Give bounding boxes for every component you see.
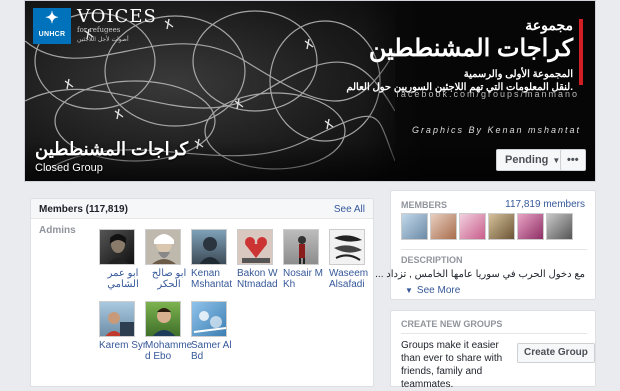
- member-thumbnail[interactable]: [401, 213, 428, 240]
- portrait-icon: [193, 311, 226, 333]
- admin-member[interactable]: Kenan Mshantat: [191, 229, 239, 290]
- members-panel: Members (117,819) See All Admins ابو عمر…: [30, 198, 374, 387]
- group-title[interactable]: كراجات المشنططين: [35, 139, 188, 160]
- avatar[interactable]: [99, 229, 135, 265]
- portrait-icon: [107, 234, 129, 264]
- member-name[interactable]: ابو عمر الشامي: [99, 268, 147, 290]
- admin-member[interactable]: Bakon W Ntmadad: [237, 229, 285, 290]
- see-more-link[interactable]: ▼ See More: [405, 285, 460, 296]
- portrait-icon: [152, 308, 176, 336]
- admin-member[interactable]: Waseem Alsafadi: [329, 229, 377, 290]
- portrait-icon: [199, 237, 221, 264]
- admins-label: Admins: [39, 225, 76, 236]
- avatar[interactable]: [145, 301, 181, 337]
- member-thumbnail[interactable]: [488, 213, 515, 240]
- members-count-link[interactable]: 117,819 members: [505, 199, 585, 210]
- member-name[interactable]: Mohamme d Ebo: [145, 340, 193, 362]
- member-name[interactable]: Bakon W Ntmadad: [237, 268, 285, 290]
- member-thumbnail[interactable]: [517, 213, 544, 240]
- unhcr-logo: ✦ UNHCR: [33, 8, 71, 44]
- cover-brand-text: مجموعة كراجات المشنططين المجموعة الأولى …: [346, 17, 583, 94]
- avatar[interactable]: [99, 301, 135, 337]
- members-sidebar-panel: MEMBERS 117,819 members DESCRIPTION مع د…: [375, 190, 596, 300]
- member-name[interactable]: Waseem Alsafadi: [329, 268, 377, 290]
- members-section-label: MEMBERS: [401, 200, 448, 210]
- accent-bar: [579, 19, 583, 85]
- admin-member[interactable]: ابو عمر الشامي: [99, 229, 147, 290]
- create-group-button[interactable]: Create Group: [517, 343, 595, 363]
- avatar[interactable]: [145, 229, 181, 265]
- member-thumbnail[interactable]: [546, 213, 573, 240]
- create-groups-text: Groups make it easier than ever to share…: [401, 340, 503, 390]
- admin-member[interactable]: Karem Syr: [99, 301, 147, 351]
- description-label: DESCRIPTION: [401, 255, 463, 265]
- member-name[interactable]: Samer Al Bd: [191, 340, 239, 362]
- members-panel-header: Members (117,819) See All: [31, 199, 373, 219]
- avatar[interactable]: [283, 229, 319, 265]
- member-name[interactable]: Kenan Mshantat: [191, 268, 239, 290]
- portrait-icon: [242, 237, 270, 263]
- group-description: مع دخول الحرب في سوريا عامها الخامس , تز…: [375, 269, 585, 280]
- portrait-icon: [152, 234, 176, 264]
- avatar[interactable]: [191, 301, 227, 337]
- voices-logo: VOICES for refugees أصوات لأجل اللاجئين: [77, 6, 157, 43]
- pending-button[interactable]: Pending ▼: [496, 149, 570, 171]
- avatar[interactable]: [329, 229, 365, 265]
- create-groups-label: CREATE NEW GROUPS: [401, 319, 503, 329]
- member-name[interactable]: ابو صالح الحكر: [145, 268, 193, 290]
- graphics-credit: Graphics By Kenan mshantat: [411, 125, 581, 135]
- member-name[interactable]: Nosair M Kh: [283, 268, 331, 290]
- member-thumbnails: [401, 213, 591, 241]
- member-thumbnail[interactable]: [430, 213, 457, 240]
- avatar[interactable]: [237, 229, 273, 265]
- member-thumbnail[interactable]: [459, 213, 486, 240]
- admin-member[interactable]: Nosair M Kh: [283, 229, 331, 290]
- see-all-link[interactable]: See All: [334, 204, 365, 215]
- admin-member[interactable]: Mohamme d Ebo: [145, 301, 193, 362]
- members-title: Members (117,819): [39, 204, 128, 215]
- more-options-button[interactable]: •••: [560, 149, 586, 171]
- chevron-down-icon: ▼: [405, 286, 413, 295]
- avatar[interactable]: [191, 229, 227, 265]
- facebook-url: facebook.com/groups/manmano: [396, 89, 579, 99]
- portrait-icon: [298, 236, 306, 264]
- member-name[interactable]: Karem Syr: [99, 340, 147, 351]
- admin-member[interactable]: ابو صالح الحكر: [145, 229, 193, 290]
- unhcr-emblem-icon: ✦: [45, 10, 59, 27]
- portrait-icon: [334, 235, 362, 261]
- group-privacy-label: Closed Group: [35, 162, 103, 174]
- create-groups-panel: CREATE NEW GROUPS Groups make it easier …: [390, 310, 596, 390]
- portrait-icon: [105, 312, 134, 336]
- admin-member[interactable]: Samer Al Bd: [191, 301, 239, 362]
